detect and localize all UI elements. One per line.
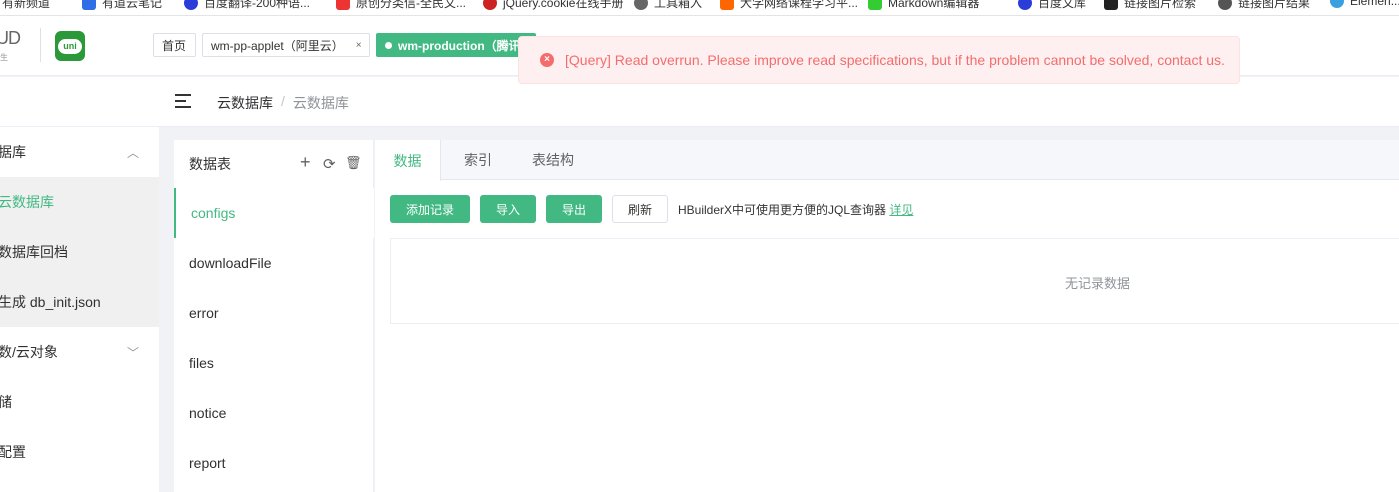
bookmark-icon	[184, 0, 198, 10]
tab-wm-pp-applet[interactable]: wm-pp-applet（阿里云） ×	[202, 33, 370, 57]
bookmark-item[interactable]: jQuery.cookie在线手册	[483, 0, 623, 11]
table-item-downloadfile[interactable]: downloadFile	[174, 238, 374, 288]
refresh-icon[interactable]: ⟳	[323, 155, 336, 173]
trash-icon[interactable]: 🗑	[345, 155, 362, 171]
sidebar-item-cloud-database[interactable]: 云数据库	[0, 177, 159, 227]
details-link[interactable]: 详见	[889, 203, 913, 217]
bookmark-icon	[483, 0, 497, 10]
records-table: 无记录数据	[390, 238, 1399, 324]
bookmark-icon	[1104, 0, 1118, 10]
breadcrumb-item[interactable]: 云数据库	[217, 93, 273, 113]
bookmark-icon	[1018, 0, 1032, 10]
uni-cloud-logo: uni	[55, 31, 85, 61]
breadcrumb: 云数据库 / 云数据库	[217, 93, 349, 113]
refresh-button[interactable]: 刷新	[612, 195, 668, 223]
sidebar: 据库 ︿ 云数据库 数据库回档 生成 db_init.json 数/云对象 ﹀ …	[0, 127, 159, 492]
tab-data[interactable]: 数据	[375, 140, 441, 181]
bookmark-item[interactable]: 百度翻译-200种语...	[184, 0, 310, 11]
chevron-up-icon: ︿	[127, 145, 140, 160]
close-icon[interactable]: ×	[356, 40, 362, 51]
bookmark-icon	[720, 0, 734, 10]
bookmark-item[interactable]: 大学网络课程学习平...	[720, 0, 858, 11]
brand-logo-sub: 生	[0, 53, 8, 62]
bookmark-item[interactable]: 链接图片检索	[1104, 0, 1196, 11]
bookmark-icon	[82, 0, 96, 10]
bookmark-item[interactable]: Elemen...	[1330, 0, 1399, 8]
add-record-button[interactable]: 添加记录	[390, 195, 470, 223]
tab-schema[interactable]: 表结构	[517, 140, 589, 180]
sidebar-item-database-rollback[interactable]: 数据库回档	[0, 227, 159, 277]
bookmark-icon	[634, 0, 648, 10]
table-item-files[interactable]: files	[174, 338, 374, 388]
breadcrumb-separator: /	[281, 93, 285, 109]
menu-fold-icon[interactable]	[175, 93, 193, 109]
export-button[interactable]: 导出	[546, 195, 602, 223]
tab-index[interactable]: 索引	[445, 140, 511, 180]
error-toast: × [Query] Read overrun. Please improve r…	[518, 36, 1240, 84]
breadcrumb-current: 云数据库	[292, 95, 349, 111]
bookmark-icon	[1218, 0, 1232, 10]
table-item-notice[interactable]: notice	[174, 388, 374, 438]
empty-state-text: 无记录数据	[1065, 276, 1131, 291]
bookmark-item[interactable]: 原创分类信-全民文...	[336, 0, 466, 11]
bookmark-item[interactable]: Markdown编辑器	[868, 0, 979, 11]
table-item-configs[interactable]: configs	[174, 188, 374, 238]
bookmark-icon	[336, 0, 350, 10]
table-content: 数据 索引 表结构 添加记录 导入 导出 刷新 HBuilderX中可使用更方便…	[375, 140, 1399, 492]
bookmark-item[interactable]: 链接图片结果	[1218, 0, 1310, 11]
import-button[interactable]: 导入	[480, 195, 536, 223]
error-circle-icon: ×	[540, 53, 554, 67]
table-item-report[interactable]: report	[174, 438, 374, 488]
brand-logo: UD	[0, 28, 21, 48]
bookmark-item[interactable]: 有道云笔记	[82, 0, 162, 11]
bookmark-item[interactable]: 工具箱入	[634, 0, 702, 11]
bookmark-icon	[868, 0, 882, 10]
error-message: [Query] Read overrun. Please improve rea…	[565, 52, 1225, 68]
bookmark-icon	[1330, 0, 1344, 8]
sidebar-item-cloud-functions[interactable]: 数/云对象 ﹀	[0, 327, 159, 377]
active-dot-icon	[385, 41, 392, 49]
table-item-error[interactable]: error	[174, 288, 374, 338]
bookmark-item[interactable]: 1 有新频道	[0, 0, 50, 11]
sidebar-item-database[interactable]: 据库 ︿	[0, 127, 159, 177]
breadcrumb-bar: 云数据库 / 云数据库	[0, 77, 1399, 127]
jql-hint: HBuilderX中可使用更方便的JQL查询器 详见	[678, 203, 914, 217]
tables-panel-header: 数据表 + ⟳ 🗑	[174, 140, 374, 188]
tab-wm-production[interactable]: wm-production（腾讯云）	[376, 33, 536, 57]
logo-divider	[40, 28, 41, 62]
sidebar-item-db-init[interactable]: 生成 db_init.json	[0, 277, 159, 327]
tables-panel: 数据表 + ⟳ 🗑 configs downloadFile error fil…	[174, 140, 374, 492]
bookmark-item[interactable]: 百度文库	[1018, 0, 1086, 11]
add-icon[interactable]: +	[300, 152, 311, 173]
tables-panel-title: 数据表	[189, 156, 231, 172]
sidebar-item-storage[interactable]: 储	[0, 377, 159, 427]
tab-home[interactable]: 首页	[153, 33, 196, 57]
content-tabs: 数据 索引 表结构	[375, 140, 1399, 181]
sidebar-item-config[interactable]: 配置	[0, 427, 159, 477]
bookmarks-bar: 1 有新频道 有道云笔记 百度翻译-200种语... 原创分类信-全民文... …	[0, 0, 1399, 16]
chevron-down-icon: ﹀	[127, 345, 140, 360]
cloud-icon: uni	[58, 38, 82, 54]
